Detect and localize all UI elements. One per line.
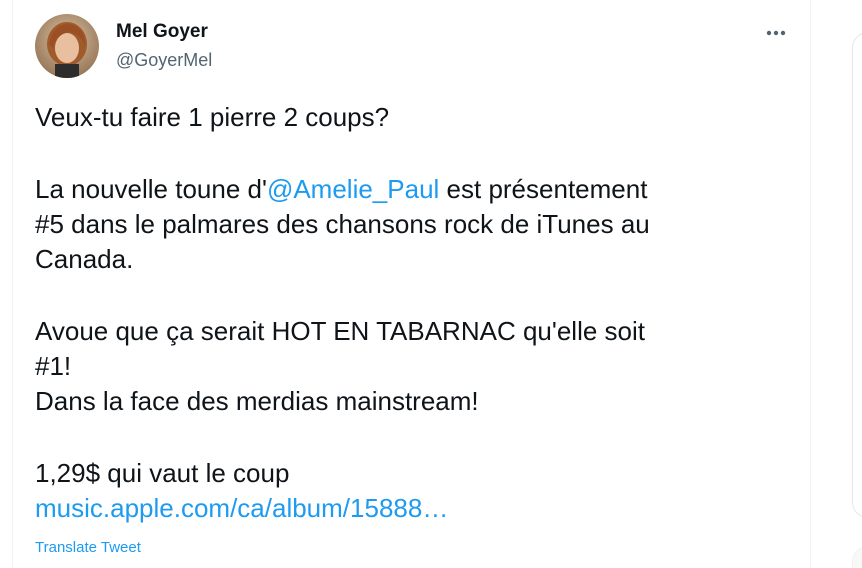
tweet-line: Dans la face des merdias mainstream! <box>35 386 479 416</box>
tweet-body: Veux-tu faire 1 pierre 2 coups? La nouve… <box>35 100 795 526</box>
sidebar-panel-bottom <box>852 546 862 568</box>
author-display-name[interactable]: Mel Goyer <box>116 20 208 44</box>
avatar-photo-icon <box>35 14 99 78</box>
avatar[interactable] <box>35 14 99 78</box>
sidebar-panel <box>852 32 862 518</box>
tweet-text-segment: La nouvelle toune d' <box>35 174 267 204</box>
external-link[interactable]: music.apple.com/ca/album/15888… <box>35 493 448 523</box>
tweet-line: Canada. <box>35 244 134 274</box>
tweet-line: #1! <box>35 351 72 381</box>
tweet-text-segment: est présentement <box>439 174 648 204</box>
tweet-line: music.apple.com/ca/album/15888… <box>35 491 795 526</box>
mention-link[interactable]: @Amelie_Paul <box>267 174 439 204</box>
more-options-button[interactable] <box>756 20 796 46</box>
tweet-line: La nouvelle toune d'@Amelie_Paul est pré… <box>35 172 795 207</box>
translate-tweet-button[interactable]: Translate Tweet <box>35 538 141 558</box>
more-horizontal-icon <box>766 30 786 36</box>
tweet-line: 1,29$ qui vaut le coup <box>35 458 290 488</box>
tweet-line: #5 dans le palmares des chansons rock de… <box>35 209 650 239</box>
tweet-line: Veux-tu faire 1 pierre 2 coups? <box>35 102 390 132</box>
tweet-page: Mel Goyer @GoyerMel Veux-tu faire 1 pier… <box>0 0 862 568</box>
right-divider <box>810 0 811 568</box>
author-handle[interactable]: @GoyerMel <box>116 48 212 72</box>
left-divider <box>12 0 13 568</box>
tweet-line: Avoue que ça serait HOT EN TABARNAC qu'e… <box>35 316 645 346</box>
